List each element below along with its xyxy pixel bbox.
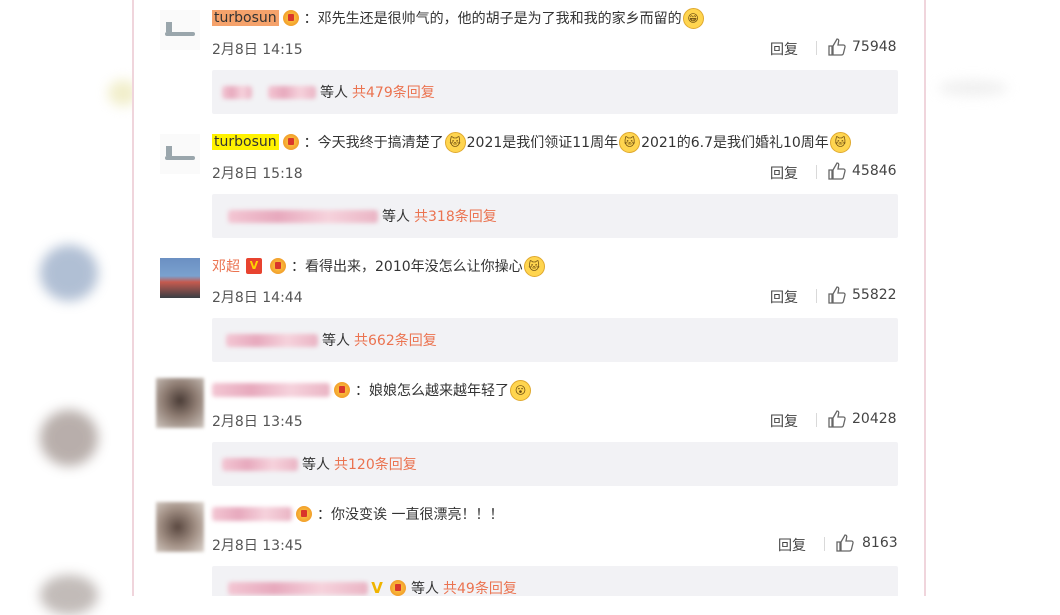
reply-summary[interactable]: V 等人 共49条回复 [212, 566, 898, 596]
blurred-replier-name [222, 457, 298, 471]
thumbs-up-icon[interactable] [836, 534, 854, 552]
replies-count-link[interactable]: 共479条回复 [352, 82, 435, 102]
replies-count-link[interactable]: 共120条回复 [334, 454, 417, 474]
like-count: 8163 [862, 535, 898, 551]
divider [816, 41, 817, 55]
blurred-background-decoration [40, 245, 98, 301]
divider [816, 289, 817, 303]
replies-suffix: 等人 [302, 457, 330, 473]
username-link[interactable]: turbosun [212, 10, 279, 26]
panel-right-edge [924, 0, 926, 596]
thumbs-up-icon[interactable] [828, 410, 846, 428]
comment-text: ：今天我终于搞清楚了 [303, 135, 444, 151]
username-link[interactable]: turbosun [212, 134, 279, 150]
reply-button[interactable]: 回复 [770, 287, 798, 307]
comment-line: ：你没变诶 一直很漂亮！！！ [212, 503, 503, 525]
comment-item: 邓超 V ：看得出来，2010年没怎么让你操心 🐱 2月8日 14:44 回复 … [134, 248, 924, 372]
blurred-background-decoration [40, 410, 98, 466]
replies-suffix: 等人 [411, 581, 439, 596]
divider [816, 165, 817, 179]
comment-item: turbosun ：今天我终于搞清楚了 🐱 2021是我们领证11周年 🐱 20… [134, 124, 924, 248]
cat-emoji-icon: 🐱 [829, 131, 851, 153]
member-crown-icon [334, 382, 350, 398]
comment-date: 2月8日 14:15 [212, 42, 303, 58]
comment-date: 2月8日 13:45 [212, 414, 303, 430]
reply-button[interactable]: 回复 [778, 535, 806, 555]
reply-button[interactable]: 回复 [770, 163, 798, 183]
comment-date: 2月8日 14:44 [212, 290, 303, 306]
blurred-replier-name [228, 209, 378, 223]
comment-line: turbosun ：今天我终于搞清楚了 🐱 2021是我们领证11周年 🐱 20… [212, 131, 852, 153]
like-count: 20428 [852, 411, 897, 427]
blurred-replier-name [222, 85, 252, 99]
replies-count-link[interactable]: 共318条回复 [414, 206, 497, 226]
avatar[interactable] [156, 378, 204, 428]
avatar[interactable] [156, 502, 204, 552]
replies-suffix: 等人 [382, 209, 410, 225]
avatar[interactable] [160, 10, 200, 50]
comment-text: 2021是我们领证11周年 [466, 135, 619, 151]
blurred-replier-name [226, 333, 318, 347]
comment-line: turbosun ：邓先生还是很帅气的，他的胡子是为了我和我的家乡而留的 😁 [212, 7, 705, 29]
replies-suffix: 等人 [320, 85, 348, 101]
blurred-background-decoration [938, 80, 1008, 96]
thumbs-up-icon[interactable] [828, 38, 846, 56]
member-crown-icon [282, 10, 299, 26]
avatar[interactable] [160, 258, 200, 298]
reply-button[interactable]: 回复 [770, 411, 798, 431]
member-crown-icon [282, 134, 299, 150]
username-link[interactable]: 邓超 [212, 256, 240, 276]
comment-text: ：娘娘怎么越来越年轻了 [355, 383, 509, 399]
comment-item: ：你没变诶 一直很漂亮！！！ 2月8日 13:45 回复 8163 V 等人 共… [134, 496, 924, 596]
grin-emoji-icon: 😁 [682, 7, 704, 29]
comment-text: ：看得出来，2010年没怎么让你操心 [291, 259, 523, 275]
replies-count-link[interactable]: 共662条回复 [354, 330, 437, 350]
blurred-background-decoration [40, 575, 98, 615]
divider [824, 537, 825, 551]
replies-suffix: 等人 [322, 333, 350, 349]
like-count: 75948 [852, 39, 897, 55]
reply-summary[interactable]: 等人 共479条回复 [212, 70, 898, 114]
comment-panel: turbosun ：邓先生还是很帅气的，他的胡子是为了我和我的家乡而留的 😁 2… [134, 0, 924, 596]
like-count: 45846 [852, 163, 897, 179]
thumbs-up-icon[interactable] [828, 162, 846, 180]
blurred-username[interactable] [212, 383, 330, 397]
reply-summary[interactable]: 等人 共120条回复 [212, 442, 898, 486]
like-count: 55822 [852, 287, 897, 303]
reply-summary[interactable]: 等人 共318条回复 [212, 194, 898, 238]
blurred-replier-name [268, 85, 316, 99]
comment-date: 2月8日 15:18 [212, 166, 303, 182]
comment-item: turbosun ：邓先生还是很帅气的，他的胡子是为了我和我的家乡而留的 😁 2… [134, 0, 924, 124]
divider [816, 413, 817, 427]
thumbs-up-icon[interactable] [828, 286, 846, 304]
member-crown-icon [270, 258, 286, 274]
comment-text: ：你没变诶 一直很漂亮！！！ [317, 507, 504, 523]
cat-emoji-icon: 🐱 [619, 131, 641, 153]
surprised-emoji-icon: 😮 [510, 379, 531, 401]
reply-summary[interactable]: 等人 共662条回复 [212, 318, 898, 362]
cat-emoji-icon: 🐱 [444, 131, 466, 153]
verified-v-icon: V [246, 258, 262, 274]
comment-text: 2021的6.7是我们婚礼10周年 [641, 135, 829, 151]
blurred-replier-name [228, 581, 368, 595]
avatar[interactable] [160, 134, 200, 174]
blurred-username[interactable] [212, 507, 292, 521]
reply-button[interactable]: 回复 [770, 39, 798, 59]
comment-date: 2月8日 13:45 [212, 538, 303, 554]
replies-count-link[interactable]: 共49条回复 [443, 578, 517, 596]
verified-v-icon: V [371, 579, 383, 596]
comment-line: ：娘娘怎么越来越年轻了 😮 [212, 379, 532, 401]
member-crown-icon [390, 580, 406, 596]
comment-text: ：邓先生还是很帅气的，他的胡子是为了我和我的家乡而留的 [303, 11, 682, 27]
comment-item: ：娘娘怎么越来越年轻了 😮 2月8日 13:45 回复 20428 等人 共12… [134, 372, 924, 496]
member-crown-icon [296, 506, 312, 522]
cat-emoji-icon: 🐱 [523, 255, 545, 277]
comment-line: 邓超 V ：看得出来，2010年没怎么让你操心 🐱 [212, 255, 546, 277]
